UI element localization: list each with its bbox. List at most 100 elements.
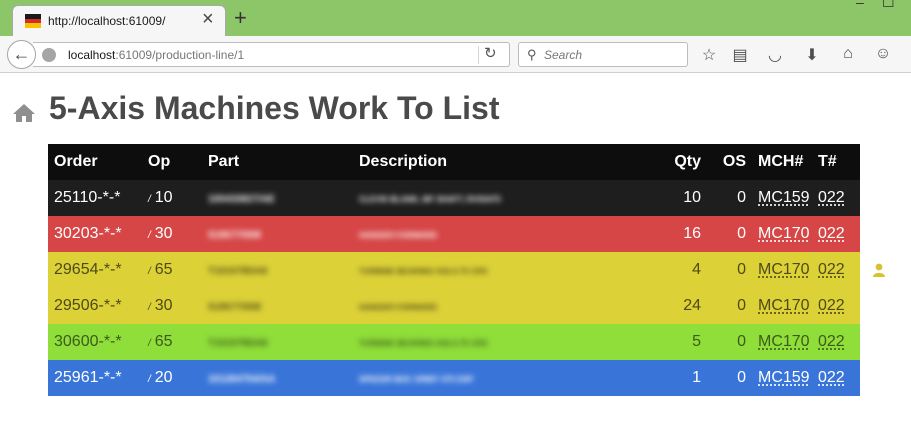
header-op[interactable]: Op: [142, 144, 202, 180]
description-value: TURBINE BEARING H32.0.75 CRS: [359, 339, 488, 348]
op-cell: /65: [142, 252, 202, 288]
home-icon[interactable]: [12, 103, 36, 123]
back-arrow-icon: ←: [12, 44, 31, 64]
url-text[interactable]: localhost:61009/production-line/1: [68, 48, 244, 62]
url-host: localhost: [68, 48, 116, 62]
description-value: HANGER FORWARD: [359, 231, 438, 240]
header-os[interactable]: OS: [707, 144, 752, 180]
description-cell: SPEEDR BOC ORBIT 475 DSP: [353, 360, 642, 396]
back-button[interactable]: ←: [7, 40, 36, 69]
op-value: 20: [154, 369, 173, 386]
table-row[interactable]: 29506-*-* /30 519577/008 HANGER FORWARD …: [48, 288, 860, 324]
t-cell: 022: [812, 216, 860, 252]
header-qty[interactable]: Qty: [642, 144, 707, 180]
op-value: 65: [154, 333, 173, 350]
t-link[interactable]: 022: [818, 297, 845, 314]
site-identity-icon[interactable]: [42, 48, 56, 62]
description-value: CLEVIS BLANK, 8IF SHAFT, RVS0475: [359, 195, 501, 204]
table-row[interactable]: 25961-*-* /20 101264754/AA SPEEDR BOC OR…: [48, 360, 860, 396]
mch-cell: MC170: [752, 216, 812, 252]
qty-cell: 5: [642, 324, 707, 360]
browser-titlebar: http://localhost:61009/ × + – ☐: [0, 0, 911, 36]
search-icon: ⚲: [527, 47, 537, 62]
os-cell: 0: [707, 288, 752, 324]
mch-cell: MC159: [752, 180, 812, 216]
order-cell: 29506-*-*: [48, 288, 142, 324]
browser-tab[interactable]: http://localhost:61009/ ×: [12, 5, 226, 36]
part-cell: 100433827/AE: [202, 180, 353, 216]
op-prefix: /: [148, 194, 151, 205]
part-cell: T101078DA6: [202, 324, 353, 360]
search-placeholder: Search: [544, 48, 583, 62]
reading-list-icon[interactable]: ▤: [729, 45, 751, 65]
qty-cell: 1: [642, 360, 707, 396]
t-cell: 022: [812, 180, 860, 216]
part-value: T101078DA6: [208, 338, 268, 349]
qty-cell: 16: [642, 216, 707, 252]
order-cell: 25110-*-*: [48, 180, 142, 216]
home-button-icon[interactable]: ⌂: [837, 45, 859, 65]
t-link[interactable]: 022: [818, 333, 845, 350]
t-cell: 022: [812, 288, 860, 324]
mch-link[interactable]: MC170: [758, 261, 810, 278]
url-path: :61009/production-line/1: [115, 48, 245, 62]
part-value: 101264754/AA: [208, 374, 276, 385]
mch-cell: MC170: [752, 324, 812, 360]
header-part[interactable]: Part: [202, 144, 353, 180]
mch-link[interactable]: MC159: [758, 189, 810, 206]
header-description[interactable]: Description: [353, 144, 642, 180]
t-cell: 022: [812, 324, 860, 360]
description-cell: TURBINE BEARING H32.0.75 CRS: [353, 324, 642, 360]
op-cell: /30: [142, 288, 202, 324]
reload-icon[interactable]: ↻: [484, 44, 497, 62]
user-icon[interactable]: [873, 263, 885, 277]
bookmark-star-icon[interactable]: ☆: [698, 45, 720, 65]
close-tab-icon[interactable]: ×: [202, 9, 214, 29]
t-link[interactable]: 022: [818, 225, 845, 242]
table-row[interactable]: 30600-*-* /65 T101078DA6 TURBINE BEARING…: [48, 324, 860, 360]
description-value: TURBINE BEARING H32.0.75 CRS: [359, 267, 488, 276]
mch-link[interactable]: MC170: [758, 297, 810, 314]
header-t[interactable]: T#: [812, 144, 860, 180]
os-cell: 0: [707, 180, 752, 216]
part-value: 100433827/AE: [208, 194, 275, 205]
tab-title: http://localhost:61009/: [48, 14, 166, 28]
page-title: 5-Axis Machines Work To List: [49, 90, 500, 126]
t-link[interactable]: 022: [818, 261, 845, 278]
new-tab-icon[interactable]: +: [234, 6, 247, 30]
header-mch[interactable]: MCH#: [752, 144, 812, 180]
os-cell: 0: [707, 216, 752, 252]
url-bar[interactable]: localhost:61009/production-line/1 ↻: [33, 42, 510, 67]
table-row[interactable]: 30203-*-* /30 519577/008 HANGER FORWARD …: [48, 216, 860, 252]
t-cell: 022: [812, 252, 860, 288]
minimize-window-icon[interactable]: –: [856, 0, 876, 10]
op-cell: /20: [142, 360, 202, 396]
table-row[interactable]: 25110-*-* / 10 100433827/AE CLEVIS BLANK,…: [48, 180, 860, 216]
mch-link[interactable]: MC159: [758, 369, 810, 386]
t-link[interactable]: 022: [818, 189, 845, 206]
pocket-icon[interactable]: ◡: [764, 45, 786, 65]
part-value: T101078DA6: [208, 266, 268, 277]
search-input[interactable]: ⚲ Search: [518, 42, 688, 67]
description-value: SPEEDR BOC ORBIT 475 DSP: [359, 375, 474, 384]
mch-link[interactable]: MC170: [758, 333, 810, 350]
part-cell: 519577/008: [202, 216, 353, 252]
qty-cell: 24: [642, 288, 707, 324]
part-value: 519577/008: [208, 230, 261, 241]
header-order[interactable]: Order: [48, 144, 142, 180]
op-prefix: /: [148, 338, 151, 349]
maximize-window-icon[interactable]: ☐: [882, 0, 902, 10]
qty-cell: 10: [642, 180, 707, 216]
mch-cell: MC170: [752, 288, 812, 324]
mch-link[interactable]: MC170: [758, 225, 810, 242]
description-cell: TURBINE BEARING H32.0.75 CRS: [353, 252, 642, 288]
order-cell: 29654-*-*: [48, 252, 142, 288]
table-row[interactable]: 29654-*-* /65 T101078DA6 TURBINE BEARING…: [48, 252, 860, 288]
t-link[interactable]: 022: [818, 369, 845, 386]
downloads-icon[interactable]: ⬇: [801, 45, 823, 65]
smiley-feedback-icon[interactable]: ☺: [872, 45, 894, 65]
description-cell: HANGER FORWARD: [353, 288, 642, 324]
op-cell: /65: [142, 324, 202, 360]
favicon-icon: [25, 14, 41, 28]
order-cell: 30600-*-*: [48, 324, 142, 360]
